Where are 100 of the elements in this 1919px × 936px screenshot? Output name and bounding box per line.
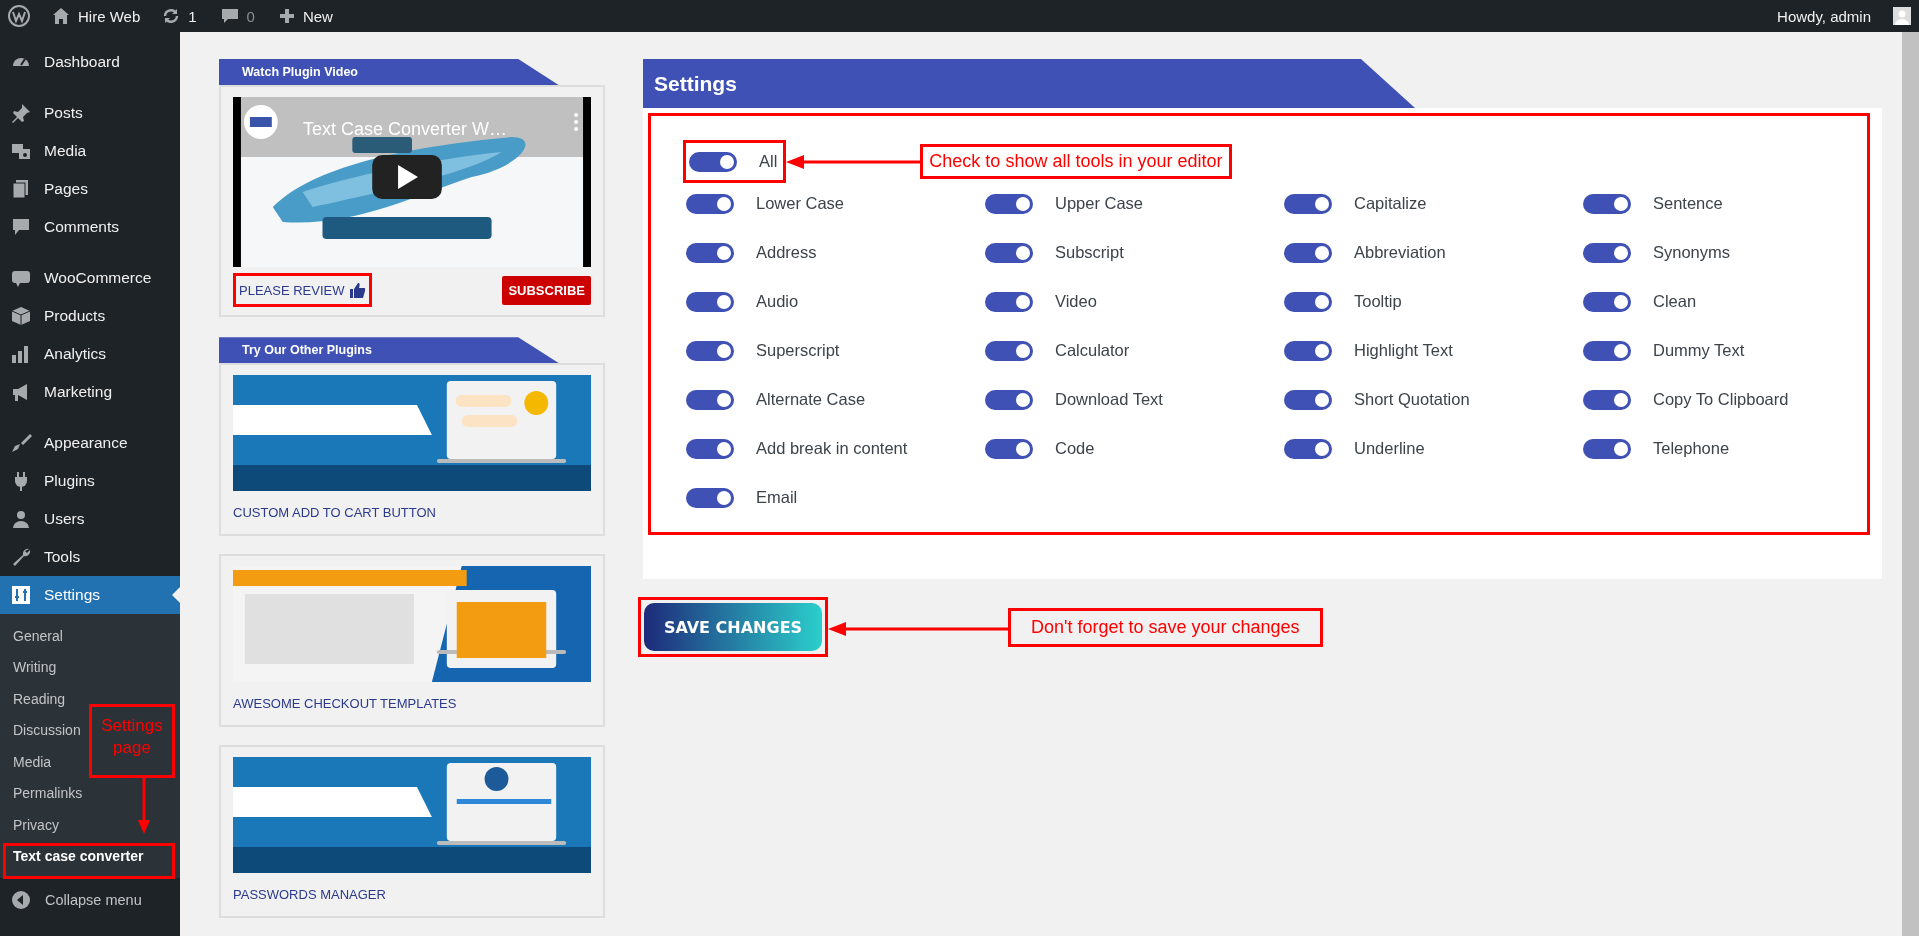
toggle-label: Copy To Clipboard — [1653, 390, 1789, 409]
menu-item[interactable]: Settings — [0, 576, 180, 614]
submenu-item[interactable]: General — [13, 620, 63, 652]
home-icon[interactable] — [52, 7, 70, 25]
toggle-label: Sentence — [1653, 194, 1723, 213]
toggle-label: Synonyms — [1653, 243, 1731, 262]
refresh-icon[interactable] — [162, 7, 181, 25]
submenu-item[interactable]: Reading — [13, 683, 66, 715]
toggle-switch[interactable] — [1284, 340, 1332, 361]
toggle-switch[interactable] — [1583, 193, 1631, 214]
toggle-switch[interactable] — [985, 438, 1033, 459]
toggle-label: Upper Case — [1055, 194, 1144, 213]
new-link[interactable]: New — [302, 7, 333, 25]
menu-item[interactable]: Pages — [0, 170, 180, 208]
pin-icon — [10, 102, 32, 124]
menu-item[interactable]: Plugins — [0, 462, 180, 500]
toggle-label: Clean — [1653, 292, 1697, 311]
plugin-title[interactable]: AWESOME CHECKOUT TEMPLATES — [233, 696, 591, 712]
brush-icon — [10, 432, 32, 454]
toggle-switch[interactable] — [686, 389, 734, 410]
comments-count[interactable]: 0 — [246, 7, 255, 25]
wordpress-logo-icon[interactable] — [8, 5, 30, 27]
toggle-switch[interactable] — [1284, 438, 1332, 459]
annotation-box: Settings page — [89, 704, 175, 778]
toggle-switch[interactable] — [686, 438, 734, 459]
toggle-label: Highlight Text — [1354, 341, 1453, 360]
toggle-switch[interactable] — [1583, 340, 1631, 361]
submenu-item[interactable]: Media — [13, 746, 52, 778]
toggle-label: Alternate Case — [756, 390, 866, 409]
collapse-icon — [11, 890, 31, 910]
submenu-item[interactable]: Permalinks — [13, 777, 83, 809]
toggle-label: Email — [756, 488, 798, 507]
toggle-switch[interactable] — [1284, 389, 1332, 410]
review-link[interactable]: PLEASE REVIEW — [233, 273, 373, 308]
menu-item[interactable]: Appearance — [0, 424, 180, 462]
plugin-title[interactable]: CUSTOM ADD TO CART BUTTON — [233, 505, 591, 521]
toggle-switch[interactable] — [985, 389, 1033, 410]
panel-header: Try Our Other Plugins — [219, 337, 559, 364]
toggle-label: Superscript — [756, 341, 840, 360]
toggle-switch[interactable] — [689, 151, 737, 172]
toggle-label: Lower Case — [756, 194, 845, 213]
collapse-menu-button[interactable]: Collapse menu — [0, 878, 180, 910]
toggle-label: Subscript — [1055, 243, 1124, 262]
toggle-label: Underline — [1354, 439, 1425, 458]
toggle-switch[interactable] — [1284, 242, 1332, 263]
menu-item[interactable]: Analytics — [0, 335, 180, 373]
submenu-item[interactable]: Privacy — [13, 809, 59, 841]
annotation-box: Check to show all tools in your editor — [920, 144, 1232, 179]
site-name-link[interactable]: Hire Web — [78, 7, 141, 25]
menu-item[interactable]: Tools — [0, 538, 180, 576]
toggle-label: Dummy Text — [1653, 341, 1745, 360]
toggle-switch[interactable] — [985, 242, 1033, 263]
toggle-label: All — [759, 152, 778, 171]
updates-count[interactable]: 1 — [188, 7, 197, 25]
menu-item[interactable]: WooCommerce — [0, 259, 180, 297]
menu-item[interactable]: Media — [0, 132, 180, 170]
menu-item[interactable]: Posts — [0, 94, 180, 132]
plus-icon[interactable] — [278, 8, 295, 24]
toggle-switch[interactable] — [985, 291, 1033, 312]
toggle-switch[interactable] — [1583, 242, 1631, 263]
toggle-switch[interactable] — [1583, 291, 1631, 312]
toggle-switch[interactable] — [686, 487, 734, 508]
toggle-label: Tooltip — [1354, 292, 1402, 311]
subscribe-button[interactable]: SUBSCRIBE — [502, 275, 591, 305]
toggle-switch[interactable] — [1284, 291, 1332, 312]
toggle-switch[interactable] — [1583, 438, 1631, 459]
toggle-switch[interactable] — [686, 242, 734, 263]
toggle-switch[interactable] — [686, 193, 734, 214]
toggle-label: Code — [1055, 439, 1095, 458]
toggle-label: Capitalize — [1354, 194, 1427, 213]
annotation-arrow — [138, 778, 150, 836]
toggle-switch[interactable] — [686, 291, 734, 312]
save-changes-button[interactable]: SAVE CHANGES — [644, 603, 822, 651]
toggle-switch[interactable] — [985, 340, 1033, 361]
toggle-label: Audio — [756, 292, 799, 311]
toggle-label: Telephone — [1653, 439, 1730, 458]
scrollbar[interactable] — [1900, 32, 1919, 936]
menu-item[interactable]: Dashboard — [0, 43, 180, 81]
submenu-item[interactable]: Text case converter — [13, 840, 144, 872]
speech-bubble-icon[interactable] — [220, 7, 239, 25]
toggle-label: Address — [756, 243, 817, 262]
submenu-item[interactable]: Writing — [13, 651, 57, 683]
plugin-title[interactable]: PASSWORDS MANAGER — [233, 887, 591, 903]
toggle-switch[interactable] — [686, 340, 734, 361]
greeting-link[interactable]: Howdy, admin — [1777, 7, 1871, 25]
menu-item[interactable]: Products — [0, 297, 180, 335]
toggle-switch[interactable] — [1284, 193, 1332, 214]
toggle-label: Add break in content — [756, 439, 908, 458]
panel-header: Watch Plugin Video — [219, 59, 559, 86]
toggle-switch[interactable] — [1583, 389, 1631, 410]
toggle-label: Download Text — [1055, 390, 1163, 409]
settings-header: Settings — [643, 59, 1415, 108]
annotation-box: Don't forget to save your changes — [1008, 607, 1323, 647]
submenu-item[interactable]: Discussion — [13, 714, 81, 746]
cube-icon — [10, 305, 32, 327]
menu-item[interactable]: Comments — [0, 208, 180, 246]
toggle-label: Calculator — [1055, 341, 1130, 360]
toggle-switch[interactable] — [985, 193, 1033, 214]
menu-item[interactable]: Marketing — [0, 373, 180, 411]
menu-item[interactable]: Users — [0, 500, 180, 538]
